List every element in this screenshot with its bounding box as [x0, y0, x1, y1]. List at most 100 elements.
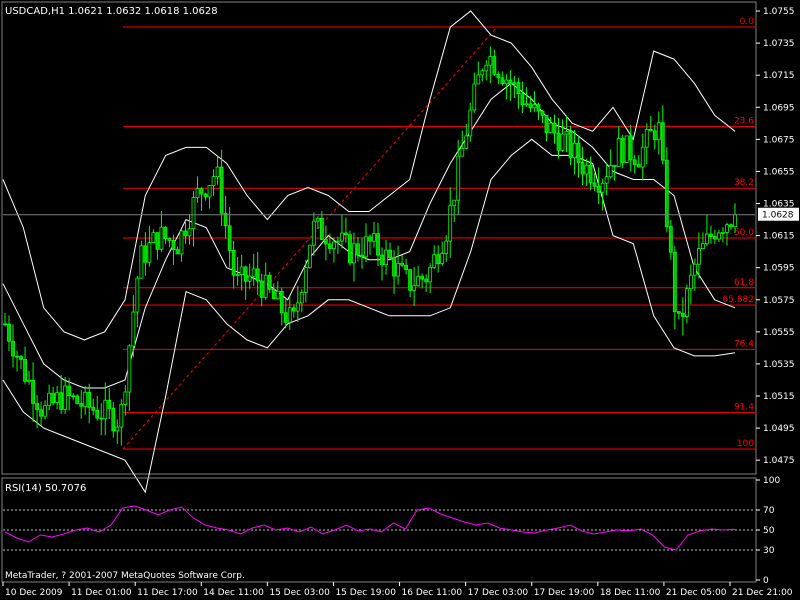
price-axis: 1.0755 1.0735 1.0715 1.0695 1.0675 1.0655 1.06… — [756, 7, 799, 466]
candle-body — [251, 268, 256, 277]
candle-body — [400, 263, 404, 266]
time-tick-label: 10 Dec 2009 — [5, 588, 63, 598]
candle-body — [163, 226, 168, 239]
candle-body — [676, 311, 681, 314]
candle-body — [516, 82, 521, 95]
time-tick-label: 15 Dec 03:00 — [269, 588, 330, 598]
candle-body — [179, 230, 184, 255]
fibo-level-label: 76.4 — [734, 339, 754, 349]
fibo-level-label: 61.8 — [734, 278, 754, 288]
candle-body — [580, 162, 585, 175]
price-tick-label: 1.0595 — [763, 264, 795, 274]
candle-body — [267, 274, 272, 290]
candle-body — [560, 133, 565, 151]
candle-body — [709, 233, 713, 237]
candle-body — [733, 214, 737, 228]
candle-body — [187, 228, 192, 237]
price-tick-label: 1.0715 — [763, 71, 795, 81]
candle-body — [243, 266, 248, 282]
candle-body — [548, 122, 553, 133]
candle-body — [368, 236, 372, 242]
candle-body — [388, 249, 392, 258]
time-tick-label: 18 Dec 11:00 — [600, 588, 661, 598]
rsi-label: RSI(14) 50.7076 — [5, 483, 86, 494]
candle-body — [283, 312, 288, 323]
candle-body — [396, 263, 400, 277]
candle-body — [472, 83, 477, 111]
time-tick-label: 11 Dec 17:00 — [137, 588, 198, 598]
fibo-level-label: 0.0 — [740, 17, 755, 27]
candle-body — [7, 323, 11, 342]
candle-body — [636, 164, 641, 168]
candle-body — [460, 147, 465, 157]
candle-body — [504, 79, 509, 85]
candle-body — [488, 56, 493, 66]
candle-body — [195, 188, 200, 198]
candle-body — [311, 220, 316, 246]
candle-body — [323, 239, 328, 245]
candle-body — [352, 243, 356, 264]
candle-body — [219, 166, 224, 214]
candle-body — [99, 417, 104, 420]
candle-body — [75, 395, 80, 404]
candle-body — [576, 142, 581, 163]
candle-body — [624, 135, 629, 163]
candle-body — [500, 77, 505, 85]
time-tick-label: 16 Dec 11:00 — [402, 588, 463, 598]
candle-body — [456, 155, 461, 201]
fibo-level-label: 91.4 — [734, 403, 754, 413]
candle-body — [640, 146, 645, 168]
candle-body — [356, 243, 360, 256]
candle-body — [103, 399, 108, 420]
candle-body — [255, 268, 260, 282]
time-tick-label: 17 Dec 19:00 — [534, 588, 595, 598]
candle-body — [729, 224, 733, 228]
candle-body — [31, 379, 35, 404]
time-tick-label: 15 Dec 19:00 — [335, 588, 396, 598]
candle-body — [295, 302, 300, 312]
price-tick-label: 1.0515 — [763, 392, 795, 402]
candle-body — [384, 249, 388, 265]
candle-body — [600, 182, 605, 193]
candle-body — [171, 240, 176, 250]
candle-body — [191, 197, 196, 230]
candle-body — [528, 103, 533, 109]
price-tick-label: 1.0695 — [763, 103, 795, 113]
candle-body — [19, 356, 23, 360]
candle-body — [592, 182, 597, 187]
candle-body — [412, 285, 417, 291]
rsi-tick-label: 50 — [763, 526, 775, 536]
candle-body — [3, 323, 7, 326]
copyright-text: MetaTrader, ? 2001-2007 MetaQuotes Softw… — [5, 571, 245, 581]
candle-body — [15, 355, 19, 358]
candle-body — [235, 274, 240, 276]
candle-body — [231, 249, 236, 276]
candle-body — [540, 110, 545, 116]
candle-body — [536, 104, 541, 112]
candle-body — [572, 142, 577, 159]
candle-body — [47, 392, 52, 407]
candle-body — [55, 392, 60, 403]
price-tick-label: 1.0755 — [763, 7, 795, 17]
candle-body — [705, 233, 709, 245]
rsi-tick-label: 30 — [763, 546, 775, 556]
candle-body — [628, 135, 633, 161]
candle-body — [564, 131, 569, 135]
candle-body — [660, 122, 665, 161]
time-tick-label: 21 Dec 05:00 — [666, 588, 727, 598]
price-tick-label: 1.0735 — [763, 39, 795, 49]
candle-body — [380, 254, 384, 265]
candle-body — [376, 233, 380, 256]
candle-body — [713, 236, 717, 240]
price-tick-label: 1.0555 — [763, 328, 795, 338]
candle-body — [327, 243, 332, 249]
candle-body — [556, 132, 561, 151]
candle-body — [436, 254, 441, 265]
candle-body — [227, 225, 232, 251]
candle-body — [207, 185, 212, 198]
trading-chart: 0.0 23.6 38.2 50.0 61.8 65.882 76.4 91.4 100 USD… — [0, 0, 800, 600]
candle-body — [299, 292, 304, 304]
candle-body — [424, 278, 429, 283]
candle-body — [11, 340, 15, 357]
current-price-label: 1.0628 — [762, 211, 794, 221]
